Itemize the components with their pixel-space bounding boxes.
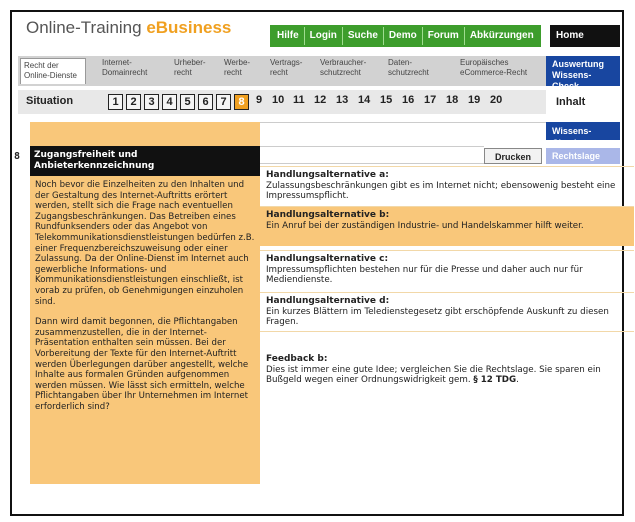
tab-label-line2: Domainrecht bbox=[102, 68, 148, 77]
tab-label-line2: schutzrecht bbox=[320, 68, 361, 77]
top-navigation: Hilfe Login Suche Demo Forum Abkürzungen bbox=[270, 25, 541, 47]
situation-navigation: Situation 1 2 3 4 5 6 7 8 9 10 11 12 13 … bbox=[18, 90, 546, 114]
home-button[interactable]: Home bbox=[550, 25, 620, 47]
toolbar-strip bbox=[260, 146, 484, 164]
situation-20-button[interactable]: 20 bbox=[490, 94, 502, 106]
rechtslage-button[interactable]: Rechtslage bbox=[546, 148, 620, 164]
tab-label-line2: Online-Dienste bbox=[24, 71, 77, 80]
inhalt-link[interactable]: Inhalt bbox=[550, 90, 620, 114]
app-title: Online-Training eBusiness bbox=[26, 18, 231, 38]
tab-werberecht[interactable]: Werbe- recht bbox=[224, 58, 250, 78]
situation-label: Situation bbox=[26, 95, 74, 107]
auswertung-line2: Wissens-Check bbox=[552, 70, 592, 91]
tab-label-line2: recht bbox=[224, 68, 242, 77]
situation-11-button[interactable]: 11 bbox=[293, 94, 305, 106]
situation-14-button[interactable]: 14 bbox=[358, 94, 370, 106]
login-button[interactable]: Login bbox=[304, 27, 343, 45]
description-paragraph-1: Noch bevor die Einzelheiten zu den Inhal… bbox=[35, 180, 255, 307]
alternative-a-text: Zulassungsbeschränkungen gibt es im Inte… bbox=[266, 180, 616, 202]
forum-button[interactable]: Forum bbox=[422, 27, 465, 45]
demo-button[interactable]: Demo bbox=[383, 27, 423, 45]
page-frame: Online-Training eBusiness Hilfe Login Su… bbox=[10, 10, 634, 516]
section-number: 8 bbox=[14, 151, 21, 162]
tab-label-line1: Recht der bbox=[24, 61, 59, 70]
situation-17-button[interactable]: 17 bbox=[424, 94, 436, 106]
situation-16-button[interactable]: 16 bbox=[402, 94, 414, 106]
situation-description: Noch bevor die Einzelheiten zu den Inhal… bbox=[30, 176, 260, 484]
situation-9-button[interactable]: 9 bbox=[256, 94, 262, 106]
tab-domainrecht[interactable]: Internet- Domainrecht bbox=[102, 58, 147, 78]
alternative-a-title: Handlungsalternative a: bbox=[266, 170, 389, 180]
search-button[interactable]: Suche bbox=[342, 27, 384, 45]
tab-label-line2: recht bbox=[270, 68, 288, 77]
situation-8-button-current[interactable]: 8 bbox=[234, 94, 249, 110]
tab-label-line2: schutzrecht bbox=[388, 68, 429, 77]
tab-ecommerce-recht[interactable]: Europäisches eCommerce-Recht bbox=[460, 58, 527, 78]
tab-label-line1: Daten- bbox=[388, 58, 413, 67]
abbreviations-button[interactable]: Abkürzungen bbox=[464, 27, 539, 45]
feedback-end: . bbox=[516, 375, 519, 385]
tab-label-line1: Internet- bbox=[102, 58, 132, 67]
tab-vertragsrecht[interactable]: Vertrags- recht bbox=[270, 58, 302, 78]
app-title-accent: eBusiness bbox=[146, 18, 232, 37]
alternative-c[interactable]: Handlungsalternative c: Impressumspflich… bbox=[260, 250, 634, 286]
alternative-c-text: Impressumspflichten bestehen nur für die… bbox=[266, 264, 583, 286]
tab-recht-der-online-dienste[interactable]: Recht der Online-Dienste bbox=[20, 58, 86, 84]
print-button[interactable]: Drucken bbox=[484, 148, 542, 164]
help-button[interactable]: Hilfe bbox=[272, 27, 305, 45]
tab-datenschutzrecht[interactable]: Daten- schutzrecht bbox=[388, 58, 429, 78]
alternative-a[interactable]: Handlungsalternative a: Zulassungsbeschr… bbox=[260, 166, 634, 202]
feedback-law-reference-link[interactable]: § 12 TDG bbox=[473, 375, 516, 385]
divider bbox=[260, 122, 546, 123]
orange-header-band bbox=[30, 122, 260, 146]
situation-15-button[interactable]: 15 bbox=[380, 94, 392, 106]
situation-12-button[interactable]: 12 bbox=[314, 94, 326, 106]
tab-urheberrecht[interactable]: Urheber- recht bbox=[174, 58, 206, 78]
tab-label-line1: Urheber- bbox=[174, 58, 206, 67]
situation-4-button[interactable]: 4 bbox=[162, 94, 177, 110]
feedback-box: Feedback b: Dies ist immer eine gute Ide… bbox=[260, 352, 634, 388]
tab-label-line1: Verbraucher- bbox=[320, 58, 367, 67]
tab-verbraucherschutzrecht[interactable]: Verbraucher- schutzrecht bbox=[320, 58, 366, 78]
feedback-title: Feedback b: bbox=[266, 354, 328, 364]
wissens-check-button[interactable]: Wissens-Check bbox=[546, 122, 620, 148]
alternative-b-title: Handlungsalternative b: bbox=[266, 210, 390, 220]
feedback-body: Dies ist immer eine gute Idee; vergleich… bbox=[266, 364, 601, 386]
app-title-main: Online-Training bbox=[26, 18, 147, 37]
topic-tabs: Recht der Online-Dienste Internet- Domai… bbox=[18, 56, 546, 86]
auswertung-line1: Auswertung bbox=[552, 59, 605, 69]
situation-2-button[interactable]: 2 bbox=[126, 94, 141, 110]
alternative-d[interactable]: Handlungsalternative d: Ein kurzes Blätt… bbox=[260, 292, 634, 332]
feedback-text: Dies ist immer eine gute Idee; vergleich… bbox=[266, 365, 628, 386]
situation-5-button[interactable]: 5 bbox=[180, 94, 195, 110]
situation-6-button[interactable]: 6 bbox=[198, 94, 213, 110]
description-paragraph-2: Dann wird damit begonnen, die Pflichtang… bbox=[35, 317, 249, 412]
situation-3-button[interactable]: 3 bbox=[144, 94, 159, 110]
situation-13-button[interactable]: 13 bbox=[336, 94, 348, 106]
situation-7-button[interactable]: 7 bbox=[216, 94, 231, 110]
tab-label-line2: eCommerce-Recht bbox=[460, 68, 528, 77]
tab-label-line2: recht bbox=[174, 68, 192, 77]
situation-18-button[interactable]: 18 bbox=[446, 94, 458, 106]
situation-10-button[interactable]: 10 bbox=[272, 94, 284, 106]
tab-label-line1: Europäisches bbox=[460, 58, 509, 67]
section-title: Zugangsfreiheit und Anbieterkennzeichnun… bbox=[30, 146, 260, 176]
alternative-d-text: Ein kurzes Blättern im Teledienstegesetz… bbox=[266, 306, 609, 328]
alternative-c-title: Handlungsalternative c: bbox=[266, 254, 389, 264]
situation-1-button[interactable]: 1 bbox=[108, 94, 123, 110]
alternative-b-text: Ein Anruf bei der zuständigen Industrie-… bbox=[266, 220, 584, 231]
tab-label-line1: Vertrags- bbox=[270, 58, 303, 67]
situation-19-button[interactable]: 19 bbox=[468, 94, 480, 106]
auswertung-wissens-check-button[interactable]: Auswertung Wissens-Check bbox=[546, 56, 620, 91]
tab-label-line1: Werbe- bbox=[224, 58, 251, 67]
alternative-b-selected[interactable]: Handlungsalternative b: Ein Anruf bei de… bbox=[260, 206, 634, 246]
alternative-d-title: Handlungsalternative d: bbox=[266, 296, 390, 306]
